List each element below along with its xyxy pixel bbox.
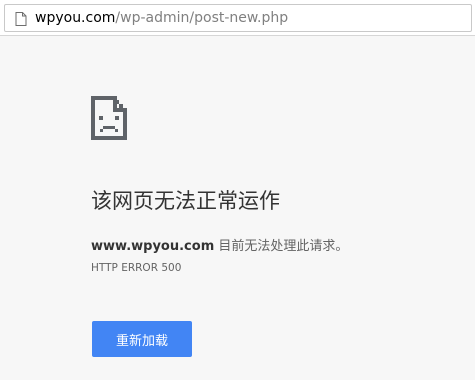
url-field[interactable]: wpyou.com/wp-admin/post-new.php — [4, 4, 472, 32]
address-bar: wpyou.com/wp-admin/post-new.php — [0, 0, 475, 36]
error-domain: www.wpyou.com — [91, 239, 215, 254]
error-title: 该网页无法正常运作 — [91, 189, 280, 213]
sad-page-icon — [91, 96, 127, 140]
error-detail: www.wpyou.com 目前无法处理此请求。 — [91, 235, 348, 254]
url-path: /wp-admin/post-new.php — [115, 10, 289, 26]
url-host: wpyou.com — [35, 10, 116, 26]
error-message: 目前无法处理此请求。 — [214, 239, 349, 254]
error-code: HTTP ERROR 500 — [91, 262, 182, 274]
page-icon — [15, 12, 27, 26]
reload-button[interactable]: 重新加载 — [92, 321, 192, 357]
